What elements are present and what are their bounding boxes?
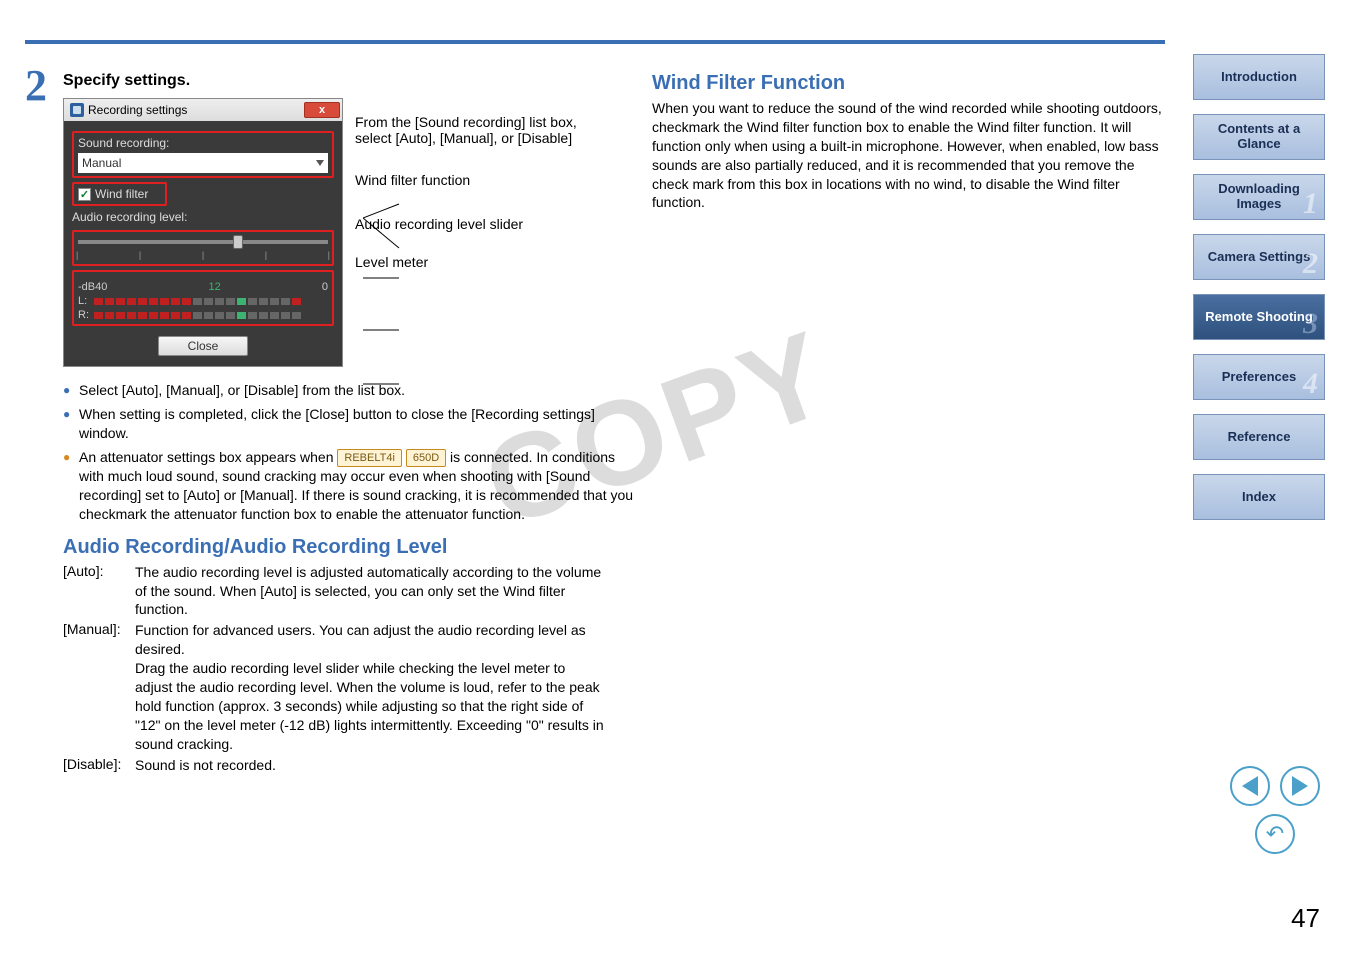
bullet-3: An attenuator settings box appears when …	[63, 448, 635, 524]
mode-disable-desc: Sound is not recorded.	[135, 756, 605, 775]
page-number: 47	[1291, 903, 1320, 934]
sidebar-item-downloading[interactable]: Downloading Images1	[1193, 174, 1325, 220]
sidebar-item-index[interactable]: Index	[1193, 474, 1325, 520]
bullet-1: Select [Auto], [Manual], or [Disable] fr…	[63, 381, 635, 400]
sidebar-item-introduction[interactable]: Introduction	[1193, 54, 1325, 100]
mode-auto-label: [Auto]:	[63, 563, 135, 620]
close-icon[interactable]: x	[304, 102, 340, 118]
sidebar-item-preferences[interactable]: Preferences4	[1193, 354, 1325, 400]
right-column: Wind Filter Function When you want to re…	[652, 72, 1167, 212]
meter-R: R:	[78, 309, 328, 321]
screenshot-window: Recording settings x Sound recording: Ma…	[63, 98, 343, 367]
sidebar-item-remote-shooting[interactable]: Remote Shooting3	[1193, 294, 1325, 340]
next-page-button[interactable]	[1280, 766, 1320, 806]
callout-level-meter: Level meter	[355, 254, 585, 270]
arrow-left-icon	[1242, 776, 1258, 796]
nav-cluster: ↶	[1230, 766, 1320, 854]
mode-disable-label: [Disable]:	[63, 756, 135, 775]
sound-recording-label: Sound recording:	[78, 136, 328, 150]
chevron-down-icon	[316, 160, 324, 166]
mode-manual-desc: Function for advanced users. You can adj…	[135, 621, 605, 753]
top-rule	[25, 40, 1165, 44]
left-column: Specify settings. Recording settings x S…	[25, 72, 635, 776]
level-meter-group: -dB40 12 0 L: R:	[72, 270, 334, 326]
sound-recording-dropdown[interactable]: Manual	[78, 153, 328, 173]
audio-level-slider[interactable]	[78, 240, 328, 244]
callout-dropdown: From the [Sound recording] list box, sel…	[355, 114, 585, 146]
sidebar-item-reference[interactable]: Reference	[1193, 414, 1325, 460]
badge-650d: 650D	[406, 449, 446, 467]
audio-level-slider-group: |||||	[72, 230, 334, 266]
slider-thumb[interactable]	[233, 235, 243, 249]
checkbox-icon[interactable]: ✓	[78, 188, 91, 201]
callout-wind-filter: Wind filter function	[355, 172, 585, 188]
sidebar-item-camera-settings[interactable]: Camera Settings2	[1193, 234, 1325, 280]
wind-filter-checkbox-row[interactable]: ✓ Wind filter	[72, 182, 167, 206]
wind-filter-heading: Wind Filter Function	[652, 72, 1167, 95]
app-icon	[70, 103, 84, 117]
sound-recording-group: Sound recording: Manual	[72, 131, 334, 178]
db-mid: 12	[208, 281, 220, 293]
bullet-2: When setting is completed, click the [Cl…	[63, 405, 635, 443]
sidebar-item-contents[interactable]: Contents at a Glance	[1193, 114, 1325, 160]
meter-L: L:	[78, 295, 328, 307]
wind-filter-label: Wind filter	[95, 187, 148, 201]
section-audio-heading: Audio Recording/Audio Recording Level	[63, 536, 635, 559]
window-title: Recording settings	[88, 103, 187, 117]
audio-level-label: Audio recording level:	[72, 210, 334, 224]
dropdown-value: Manual	[82, 156, 121, 170]
step-title: Specify settings.	[63, 72, 635, 90]
mode-auto-desc: The audio recording level is adjusted au…	[135, 563, 605, 620]
close-button[interactable]: Close	[158, 336, 248, 356]
window-titlebar: Recording settings x	[64, 99, 342, 121]
sidebar: Introduction Contents at a Glance Downlo…	[1193, 54, 1325, 520]
back-button[interactable]: ↶	[1255, 814, 1295, 854]
db-right: 0	[322, 281, 328, 293]
arrow-right-icon	[1292, 776, 1308, 796]
undo-icon: ↶	[1266, 821, 1284, 847]
db-left: -dB40	[78, 281, 107, 293]
callouts: From the [Sound recording] list box, sel…	[355, 98, 585, 298]
wind-filter-paragraph: When you want to reduce the sound of the…	[652, 99, 1167, 212]
mode-manual-label: [Manual]:	[63, 621, 135, 753]
prev-page-button[interactable]	[1230, 766, 1270, 806]
callout-slider: Audio recording level slider	[355, 216, 585, 232]
badge-rebelt4i: REBELT4i	[337, 449, 402, 467]
modes-list: [Auto]: The audio recording level is adj…	[63, 563, 635, 775]
bullet-list: Select [Auto], [Manual], or [Disable] fr…	[63, 381, 635, 524]
